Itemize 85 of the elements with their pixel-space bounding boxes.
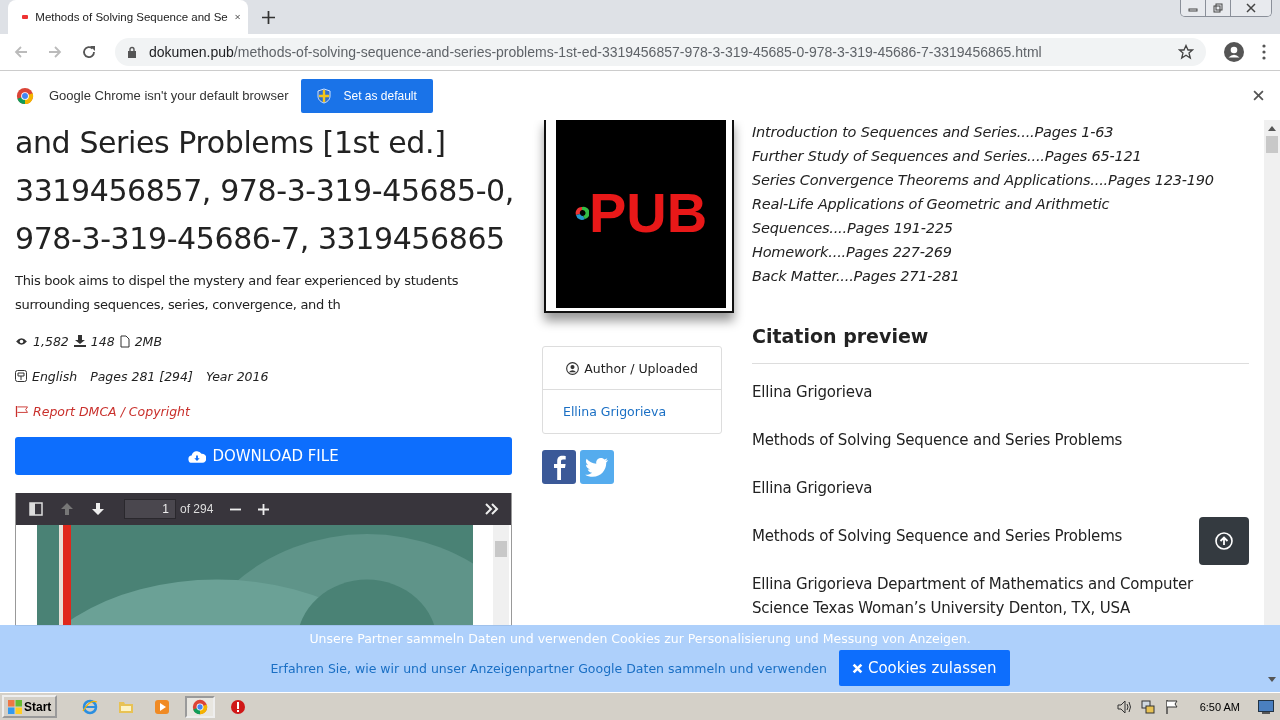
cookie-message: Unsere Partner sammeln Daten und verwenden Cookies zur Personalisierung und Messung von Anzeigen. — [309, 631, 971, 646]
download-file-button[interactable]: DOWNLOAD FILE — [15, 437, 512, 475]
citation-paragraph: Ellina Grigorieva Department of Mathematics and Computer Science Texas Woman’s University Denton, TX, USA — [752, 574, 1195, 619]
menu-icon[interactable] — [1262, 44, 1266, 60]
flag-icon[interactable] — [1163, 698, 1180, 715]
chrome-icon — [192, 698, 209, 715]
close-icon[interactable] — [1253, 90, 1264, 101]
view-count: 1,582 — [33, 333, 69, 349]
eye-icon — [15, 336, 28, 346]
favicon-icon — [22, 15, 29, 19]
infobar-message: Google Chrome isn't your default browser — [49, 88, 289, 103]
chapter-entry: Real-Life Applications of Geometric and Arithmetic Sequences....Pages 191-225 — [752, 195, 1111, 238]
scroll-up-icon[interactable] — [1268, 126, 1276, 131]
user-icon — [566, 361, 580, 375]
close-icon — [1246, 3, 1256, 13]
page-count: Pages 281 [294] — [90, 368, 193, 384]
scroll-to-top-button[interactable] — [1199, 517, 1249, 565]
clock: 6:50 AM — [1199, 700, 1240, 713]
arrow-up-circle-icon — [1215, 532, 1233, 550]
speaker-icon[interactable] — [1115, 698, 1132, 715]
windows-logo-icon — [8, 699, 22, 714]
tab-title: Methods of Solving Sequence and Se — [35, 11, 228, 23]
stop-icon — [230, 698, 247, 715]
close-button[interactable] — [1230, 0, 1271, 16]
book-language: English — [32, 368, 78, 384]
lock-icon — [127, 46, 137, 58]
download-icon — [73, 335, 86, 347]
bookmark-star-icon[interactable] — [1178, 44, 1194, 60]
chapter-entry: Homework....Pages 227-269 — [752, 243, 953, 262]
double-chevron-icon[interactable] — [485, 503, 499, 515]
sidebar-toggle-icon[interactable] — [29, 502, 43, 516]
author-heading: Author / Uploaded — [584, 360, 698, 376]
chapter-entry: Further Study of Sequences and Series....Pages 65-121 — [752, 147, 1143, 166]
close-icon[interactable] — [234, 12, 240, 22]
taskbar-app-button[interactable] — [185, 695, 216, 718]
book-title: and Series Problems [1st ed.] 3319456857, 978-3-319-45685-0, 978-3-319-45686-7, 3319456865 — [15, 124, 515, 258]
citation-paragraph: Methods of Solving Sequence and Series Problems — [752, 430, 1123, 451]
file-size: 2MB — [134, 333, 162, 349]
flag-icon — [15, 406, 29, 417]
set-default-button[interactable]: Set as default — [301, 78, 433, 113]
browser-icon — [82, 698, 99, 715]
scroll-down-icon[interactable] — [1268, 677, 1276, 682]
zoom-in-icon[interactable] — [258, 503, 270, 515]
facebook-icon[interactable] — [542, 450, 576, 484]
scrollbar[interactable] — [493, 525, 509, 625]
chapter-entry: Introduction to Sequences and Series....Pages 1-63 — [752, 123, 1115, 142]
download-count: 148 — [90, 333, 115, 349]
section-heading: Citation preview — [752, 324, 930, 349]
chapter-entry: Back Matter....Pages 271-281 — [752, 267, 961, 286]
scroll-thumb[interactable] — [1266, 136, 1278, 153]
learn-more-link[interactable]: Erfahren Sie, wie wir und unser Anzeigenpartner Google Daten sammeln und verwenden — [270, 660, 827, 676]
start-button[interactable]: Start — [2, 695, 58, 718]
citation-paragraph: Ellina Grigorieva — [752, 382, 873, 403]
browser-tab[interactable]: Methods of Solving Sequence and Se — [8, 0, 248, 34]
scroll-thumb[interactable] — [495, 541, 507, 557]
chrome-logo-icon — [16, 86, 34, 105]
restore-button[interactable] — [1205, 0, 1230, 16]
language-icon — [15, 370, 27, 382]
report-link[interactable]: Report DMCA / Copyright — [15, 404, 190, 419]
network-icon[interactable] — [1139, 698, 1156, 715]
previous-page-icon[interactable] — [60, 502, 74, 516]
book-description: This book aims to dispel the mystery and fear experienced by students surrounding sequences, series, convergence, and th — [15, 272, 460, 314]
show-desktop-icon[interactable] — [1258, 699, 1274, 714]
close-icon — [851, 662, 863, 674]
chapter-entry: Series Convergence Theorems and Applications....Pages 123-190 — [752, 171, 1215, 190]
file-icon — [119, 334, 130, 348]
restore-icon — [1213, 3, 1223, 13]
new-tab-icon[interactable] — [262, 11, 275, 24]
allow-cookies-button[interactable]: Cookies zulassen — [838, 650, 1010, 686]
logo-icon — [574, 206, 589, 220]
author-link[interactable]: Ellina Grigorieva — [563, 404, 667, 419]
page-total: of 294 — [180, 502, 214, 516]
address-bar[interactable]: dokumen.pub/methods-of-solving-sequence-and-series-problems-1st-ed-3319456857-978-3-319-45685-0-978-3-319-45686-7-3319456865.html — [115, 38, 1206, 66]
next-page-icon[interactable] — [91, 502, 105, 516]
citation-paragraph: Ellina Grigorieva — [752, 478, 873, 499]
profile-icon[interactable] — [1224, 42, 1244, 62]
media-player-icon — [154, 698, 171, 715]
cloud-download-icon — [188, 449, 207, 463]
book-year: Year 2016 — [205, 368, 269, 384]
shield-icon — [317, 87, 332, 104]
citation-paragraph: Methods of Solving Sequence and Series Problems — [752, 526, 1123, 547]
page-number-field[interactable]: 1 — [124, 499, 176, 519]
reload-icon[interactable] — [81, 44, 97, 60]
cover-logo: PUB — [588, 185, 708, 241]
page-scrollbar[interactable] — [1264, 120, 1280, 625]
